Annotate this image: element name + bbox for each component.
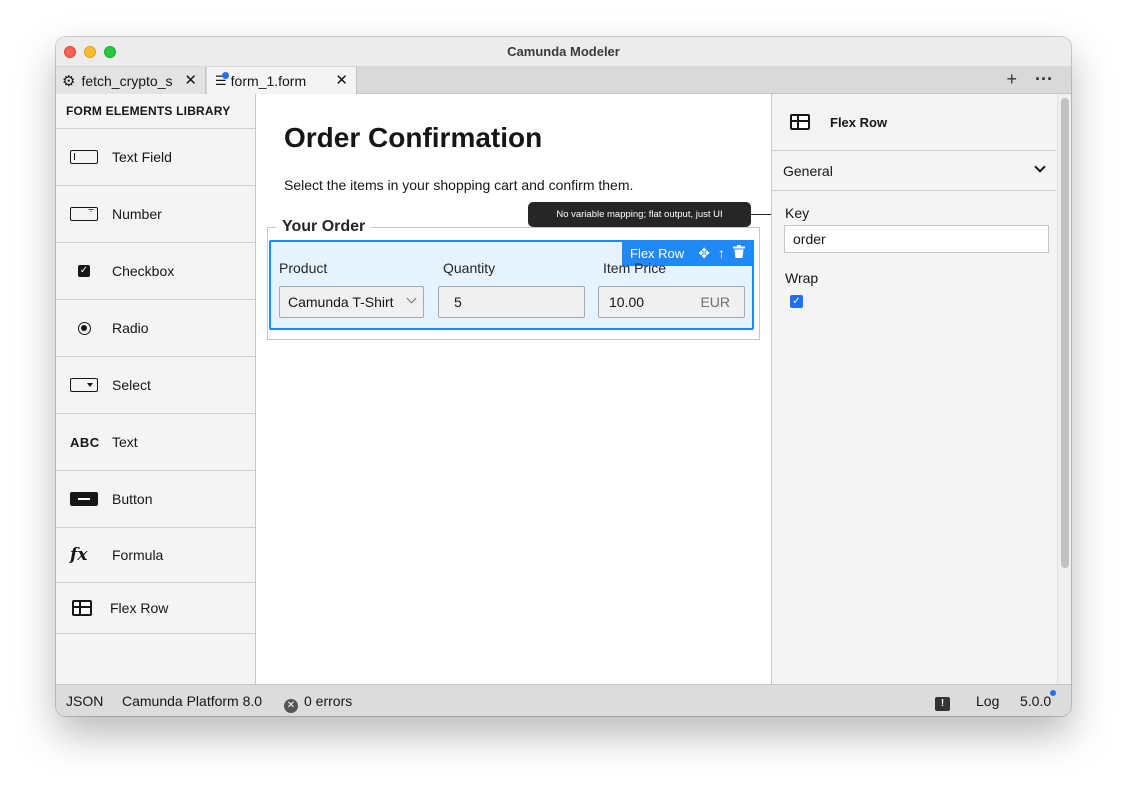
library-item-text-field[interactable]: Text Field	[56, 129, 255, 186]
properties-scroll-track	[1057, 94, 1071, 684]
product-label: Product	[279, 260, 328, 276]
tooltip: No variable mapping; flat output, just U…	[528, 202, 751, 227]
key-label: Key	[785, 205, 810, 221]
price-label: Item Price	[603, 260, 667, 276]
key-input[interactable]: order	[784, 225, 1049, 253]
properties-title: Flex Row	[830, 114, 888, 130]
format-indicator: JSON	[66, 693, 104, 709]
feedback-button[interactable]: !	[935, 693, 950, 711]
form-title[interactable]: Order Confirmation	[284, 122, 542, 154]
tab-actions: + ···	[1007, 69, 1054, 90]
chevron-down-icon[interactable]	[1034, 161, 1046, 173]
tab-fetch-crypto[interactable]: ⚙ fetch_crypto_s ✕	[56, 67, 206, 94]
text-field-icon	[70, 150, 98, 164]
library-item-select[interactable]: Select	[56, 357, 255, 414]
tab-label: form_1.form	[230, 72, 307, 89]
flex-row-toolbar-label: Flex Row	[630, 245, 685, 261]
close-icon[interactable]: ✕	[184, 71, 197, 89]
library-item-label: Radio	[112, 320, 149, 336]
feedback-icon: !	[935, 697, 950, 711]
library-item-label: Text	[112, 434, 138, 450]
tab-bar: ⚙ fetch_crypto_s ✕ ☰ form_1.form ✕ + ···	[56, 67, 1071, 94]
unsaved-indicator	[222, 72, 229, 79]
library-item-radio[interactable]: Radio	[56, 300, 255, 357]
group-title: General	[783, 162, 833, 179]
library-item-label: Button	[112, 491, 153, 507]
version-text: 5.0.0	[1020, 693, 1052, 709]
library-item-checkbox[interactable]: ✓ Checkbox	[56, 243, 255, 300]
version-indicator[interactable]: 5.0.0	[1020, 690, 1057, 709]
error-icon: ✕	[284, 699, 298, 713]
general-group-header[interactable]: General	[772, 151, 1056, 191]
flex-row-icon	[790, 114, 810, 130]
quantity-input[interactable]: 5	[438, 286, 585, 318]
wrap-checkbox[interactable]: ✓	[790, 295, 803, 308]
trash-icon[interactable]	[732, 245, 745, 261]
window-title: Camunda Modeler	[507, 44, 620, 59]
properties-header: Flex Row	[772, 94, 1056, 151]
product-value: Camunda T-Shirt	[288, 294, 394, 310]
product-select[interactable]: Camunda T-Shirt	[279, 286, 424, 318]
price-input[interactable]: 10.00 EUR	[598, 286, 745, 318]
form-elements-library: FORM ELEMENTS LIBRARY Text Field Number …	[56, 94, 256, 684]
log-button[interactable]: Log	[976, 693, 999, 709]
library-item-formula[interactable]: fx Formula	[56, 528, 255, 583]
status-bar: JSON Camunda Platform 8.0 ✕ 0 errors ! Lo…	[56, 684, 1071, 716]
checkbox-icon: ✓	[78, 265, 90, 277]
library-item-label: Select	[112, 377, 151, 393]
update-indicator	[1050, 690, 1057, 696]
form-canvas[interactable]: Order Confirmation Select the items in y…	[257, 94, 781, 684]
library-item-label: Formula	[112, 547, 164, 563]
title-bar: Camunda Modeler	[56, 37, 1071, 67]
tab-label: fetch_crypto_s	[81, 72, 173, 89]
library-item-text[interactable]: ABC Text	[56, 414, 255, 471]
form-description[interactable]: Select the items in your shopping cart a…	[284, 177, 633, 193]
errors-indicator[interactable]: ✕ 0 errors	[284, 693, 352, 713]
library-item-label: Checkbox	[112, 263, 175, 279]
properties-panel: Flex Row General Key order Wrap ✓	[771, 94, 1071, 684]
price-value: 10.00	[609, 294, 645, 310]
flex-row-icon	[72, 600, 92, 616]
scrollbar[interactable]	[1061, 98, 1069, 568]
move-icon[interactable]: ✥	[698, 245, 710, 262]
number-icon	[70, 204, 98, 221]
close-icon[interactable]: ✕	[335, 71, 348, 89]
app-window: Camunda Modeler ⚙ fetch_crypto_s ✕ ☰ for…	[56, 37, 1071, 716]
select-icon	[70, 378, 98, 392]
currency-suffix: EUR	[700, 294, 730, 310]
errors-count: 0 errors	[304, 693, 353, 709]
library-item-label: Flex Row	[110, 600, 169, 616]
quantity-field: Quantity	[443, 260, 495, 276]
platform-selector[interactable]: Camunda Platform 8.0	[122, 693, 262, 709]
add-tab-button[interactable]: +	[1007, 69, 1018, 90]
chevron-down-icon	[406, 293, 417, 304]
formula-icon: fx	[70, 545, 88, 565]
quantity-label: Quantity	[443, 260, 496, 276]
tab-form-1[interactable]: ☰ form_1.form ✕	[207, 67, 357, 94]
library-item-label: Number	[112, 206, 162, 222]
radio-icon	[78, 321, 91, 335]
quantity-value: 5	[454, 294, 462, 310]
flex-row-selected[interactable]: Flex Row ✥ ↑ Product Camunda T-Shirt Qua…	[269, 240, 754, 330]
more-options-button[interactable]: ···	[1035, 69, 1053, 90]
button-icon	[70, 492, 98, 506]
library-item-flex-row[interactable]: Flex Row	[56, 583, 255, 634]
library-heading: FORM ELEMENTS LIBRARY	[56, 94, 255, 129]
product-field: Product	[279, 260, 327, 276]
text-icon: ABC	[70, 434, 100, 450]
library-item-number[interactable]: Number	[56, 186, 255, 243]
library-item-button[interactable]: Button	[56, 471, 255, 528]
group-label: Your Order	[276, 218, 372, 236]
wrap-label: Wrap	[785, 270, 819, 286]
library-item-label: Text Field	[112, 149, 172, 165]
price-field: Item Price	[603, 260, 666, 276]
gear-icon: ⚙	[62, 72, 76, 90]
arrow-up-icon[interactable]: ↑	[718, 245, 725, 261]
